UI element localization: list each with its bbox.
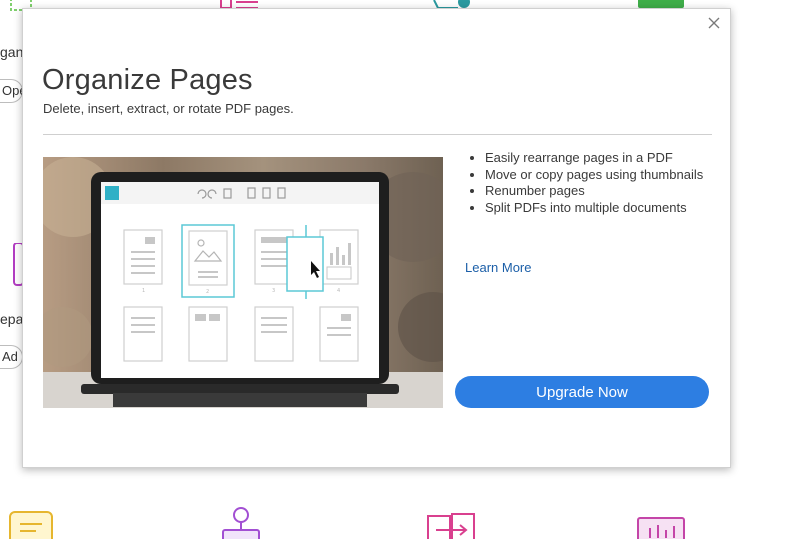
- measure-tool-icon: [637, 517, 685, 539]
- hero-page-number-3: 3: [272, 288, 275, 294]
- title-divider: [43, 134, 712, 135]
- bg-add-button-label: Ad: [2, 349, 18, 364]
- comment-tool-icon: [9, 511, 53, 539]
- feature-item: Renumber pages: [485, 183, 735, 200]
- bg-tool-label-2: epa: [0, 311, 24, 327]
- dialog-title: Organize Pages: [42, 64, 253, 96]
- organize-pages-dialog: Organize Pages Delete, insert, extract, …: [22, 8, 731, 468]
- bg-open-button[interactable]: Ope: [0, 79, 27, 103]
- bg-tool-label-1: gan: [0, 44, 24, 60]
- close-icon[interactable]: [706, 15, 722, 31]
- feature-item: Easily rearrange pages in a PDF: [485, 150, 735, 167]
- dialog-subtitle: Delete, insert, extract, or rotate PDF p…: [43, 101, 294, 116]
- hero-page-number-1: 1: [142, 288, 145, 294]
- feature-item: Move or copy pages using thumbnails: [485, 167, 735, 184]
- bg-add-button[interactable]: Ad: [0, 345, 23, 369]
- compare-tool-icon: [427, 513, 475, 539]
- hero-illustration: 1 2 3 4: [43, 157, 443, 408]
- laptop-illustration: 1 2 3 4: [43, 157, 443, 408]
- upgrade-now-button[interactable]: Upgrade Now: [455, 376, 709, 408]
- stamp-tool-icon: [222, 507, 260, 539]
- learn-more-link[interactable]: Learn More: [465, 260, 531, 275]
- hero-page-number-4: 4: [337, 288, 340, 294]
- feature-item: Split PDFs into multiple documents: [485, 200, 735, 217]
- feature-list: Easily rearrange pages in a PDF Move or …: [465, 150, 735, 216]
- hero-page-number-2: 2: [206, 289, 209, 295]
